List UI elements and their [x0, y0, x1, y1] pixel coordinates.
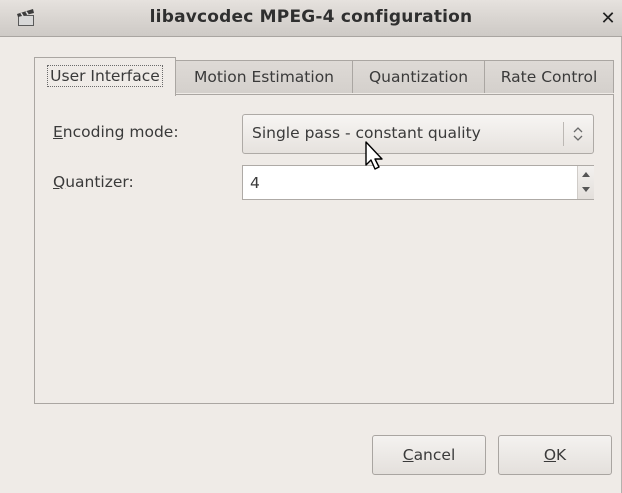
ok-button[interactable]: OK [498, 435, 612, 475]
combo-divider [563, 122, 564, 146]
label-text: ncoding mode: [62, 123, 179, 141]
tab-label: Motion Estimation [193, 68, 334, 86]
tab-motion-estimation[interactable]: Motion Estimation [175, 60, 353, 93]
button-label: K [556, 446, 567, 464]
tab-quantization[interactable]: Quantization [352, 60, 485, 93]
quantizer-input[interactable] [243, 166, 569, 199]
tab-label: User Interface [47, 65, 163, 87]
triangle-down-icon[interactable] [578, 182, 594, 198]
tab-label: Quantization [368, 68, 469, 86]
tab-label: Rate Control [500, 68, 598, 86]
quantizer-spinbox[interactable] [242, 165, 594, 200]
cancel-button[interactable]: Cancel [372, 435, 486, 475]
tab-user-interface[interactable]: User Interface [34, 57, 176, 96]
tab-rate-control[interactable]: Rate Control [484, 60, 614, 93]
label-text: uantizer: [65, 173, 134, 191]
dialog-window: libavcodec MPEG-4 configuration ✕ User I… [0, 0, 622, 493]
encoding-mode-label: Encoding mode: [53, 123, 179, 141]
mnemonic-letter: C [402, 446, 414, 464]
window-title: libavcodec MPEG-4 configuration [149, 7, 473, 27]
spin-buttons [577, 166, 594, 199]
button-label: ancel [413, 446, 456, 464]
quantizer-label: Quantizer: [53, 173, 134, 191]
triangle-up-icon[interactable] [578, 166, 594, 182]
mnemonic-letter: O [543, 446, 557, 464]
title-bar[interactable]: libavcodec MPEG-4 configuration ✕ [0, 0, 622, 37]
mnemonic-letter: Q [53, 173, 66, 191]
mouse-pointer-icon [365, 141, 383, 170]
close-icon[interactable]: ✕ [596, 8, 620, 30]
encoding-mode-value: Single pass - constant quality [252, 124, 481, 142]
mnemonic-letter: E [53, 123, 63, 141]
encoding-mode-combobox[interactable]: Single pass - constant quality [242, 114, 594, 154]
updown-chevron-icon [573, 127, 583, 141]
